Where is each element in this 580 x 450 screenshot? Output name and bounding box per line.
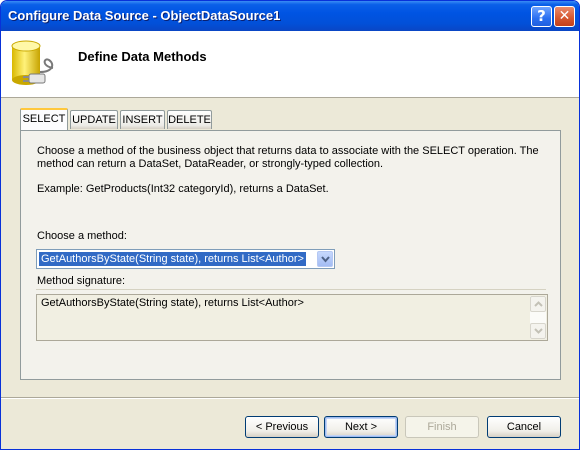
cancel-button[interactable]: Cancel — [487, 416, 561, 438]
method-signature-label: Method signature: — [37, 275, 126, 287]
database-plug-icon — [11, 40, 54, 85]
tab-panel-select: Choose a method of the business object t… — [20, 130, 561, 380]
finish-button: Finish — [405, 416, 479, 438]
close-button[interactable]: ✕ — [554, 6, 575, 27]
signature-scrollbar[interactable] — [530, 296, 546, 339]
page-title: Define Data Methods — [78, 49, 207, 64]
method-signature-text: GetAuthorsByState(String state), returns… — [41, 297, 304, 309]
choose-method-label: Choose a method: — [37, 230, 127, 242]
previous-button[interactable]: < Previous — [245, 416, 319, 438]
chevron-down-icon — [534, 328, 543, 334]
title-bar[interactable]: Configure Data Source - ObjectDataSource… — [1, 1, 579, 31]
tab-select[interactable]: SELECT — [20, 108, 68, 130]
help-button[interactable]: ? — [531, 6, 552, 27]
method-signature-box[interactable]: GetAuthorsByState(String state), returns… — [36, 294, 548, 341]
scroll-up-button[interactable] — [530, 296, 546, 312]
method-dropdown[interactable]: GetAuthorsByState(String state), returns… — [36, 249, 335, 269]
window-title: Configure Data Source - ObjectDataSource… — [8, 8, 281, 23]
description-text: Choose a method of the business object t… — [37, 145, 539, 170]
method-dropdown-value: GetAuthorsByState(String state), returns… — [39, 252, 306, 266]
tab-delete[interactable]: DELETE — [167, 110, 212, 129]
tab-insert[interactable]: INSERT — [120, 110, 165, 129]
tab-update[interactable]: UPDATE — [70, 110, 118, 129]
footer-divider — [1, 397, 579, 399]
example-text: Example: GetProducts(Int32 categoryId), … — [37, 183, 329, 195]
dropdown-arrow-button[interactable] — [317, 251, 333, 267]
chevron-down-icon — [321, 256, 330, 263]
signature-divider — [36, 289, 546, 290]
scroll-down-button[interactable] — [530, 323, 546, 339]
dialog-window: Configure Data Source - ObjectDataSource… — [0, 0, 580, 450]
chevron-up-icon — [534, 301, 543, 307]
next-button[interactable]: Next > — [324, 416, 398, 438]
dialog-header: Define Data Methods — [1, 31, 579, 98]
